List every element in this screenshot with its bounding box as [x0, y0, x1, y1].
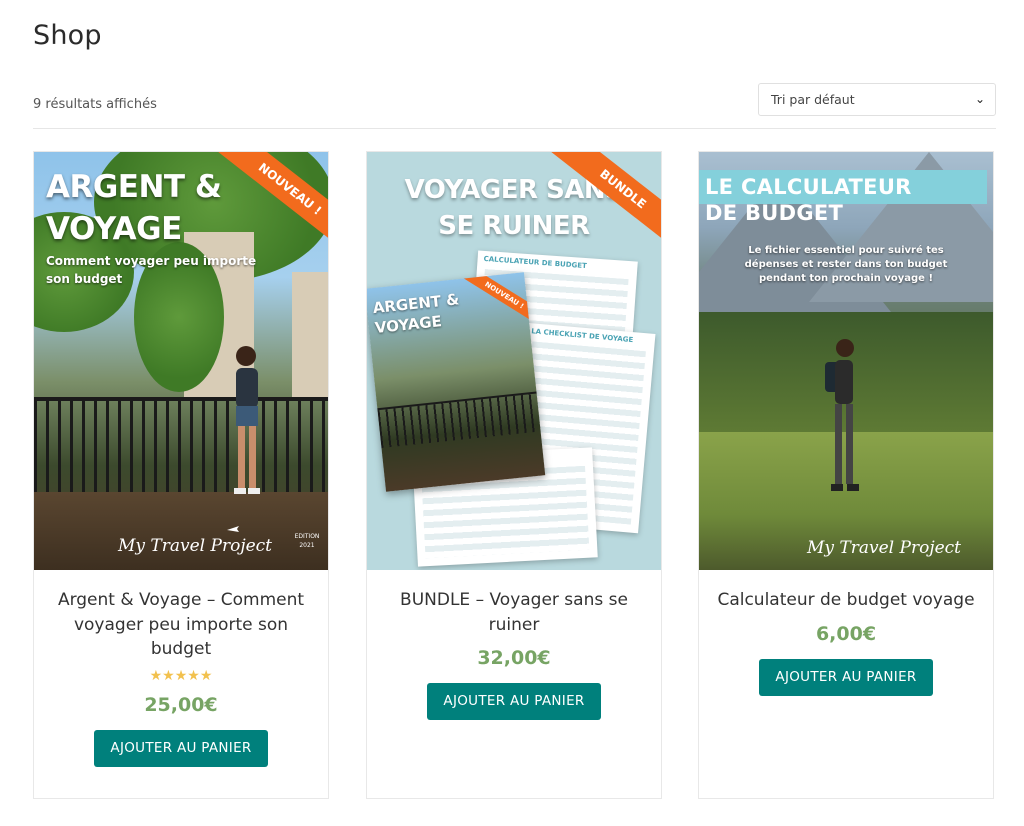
sort-select-value: Tri par défaut — [771, 92, 855, 107]
page-title: Shop — [33, 20, 102, 51]
product-price: 25,00€ — [144, 693, 218, 716]
cover-headline: LE CALCULATEUR DE BUDGET — [705, 175, 912, 225]
brand-signature: My Travel Project — [807, 538, 962, 558]
product-image[interactable]: ARGENT & VOYAGE Comment voyager peu impo… — [34, 152, 328, 570]
add-to-cart-button[interactable]: AJOUTER AU PANIER — [94, 729, 268, 767]
result-count: 9 résultats affichés — [33, 97, 157, 112]
product-image[interactable]: LE CALCULATEUR DE BUDGET Le fichier esse… — [699, 152, 993, 570]
mini-cover: ARGENT & VOYAGE NOUVEAU ! — [367, 272, 546, 492]
cover-headline: ARGENT & VOYAGE — [46, 169, 222, 247]
product-image[interactable]: VOYAGER SANS SE RUINER BUNDLE CALCULATEU… — [367, 152, 661, 570]
add-to-cart-button[interactable]: AJOUTER AU PANIER — [759, 658, 933, 696]
cover-subtitle: Le fichier essentiel pour suivré tes dép… — [744, 245, 948, 284]
product-price: 32,00€ — [477, 647, 551, 669]
cover-banner: LE CALCULATEUR DE BUDGET — [699, 170, 987, 225]
brand-signature: My Travel Project — [118, 536, 273, 556]
product-card: LE CALCULATEUR DE BUDGET Le fichier esse… — [698, 151, 994, 799]
add-to-cart-button[interactable]: AJOUTER AU PANIER — [427, 683, 601, 720]
product-title[interactable]: Calculateur de budget voyage — [699, 588, 993, 613]
product-title[interactable]: BUNDLE – Voyager sans se ruiner — [367, 588, 661, 637]
product-price: 6,00€ — [815, 622, 877, 645]
chevron-down-icon: ⌄ — [974, 92, 985, 106]
product-card: ARGENT & VOYAGE Comment voyager peu impo… — [33, 151, 329, 799]
cover-subtitle: Comment voyager peu importe son budget — [46, 254, 257, 286]
star-rating-icon: ★★★★★ — [149, 667, 213, 684]
edition-label: EDITION 2021 — [294, 533, 320, 549]
product-title[interactable]: Argent & Voyage – Comment voyager peu im… — [34, 588, 328, 662]
person-illustration — [234, 346, 260, 494]
sort-select[interactable]: Tri par défaut ⌄ — [758, 83, 996, 116]
product-card: VOYAGER SANS SE RUINER BUNDLE CALCULATEU… — [366, 151, 662, 799]
plane-icon — [227, 526, 239, 532]
divider — [33, 128, 996, 129]
hiker-illustration — [825, 339, 859, 491]
